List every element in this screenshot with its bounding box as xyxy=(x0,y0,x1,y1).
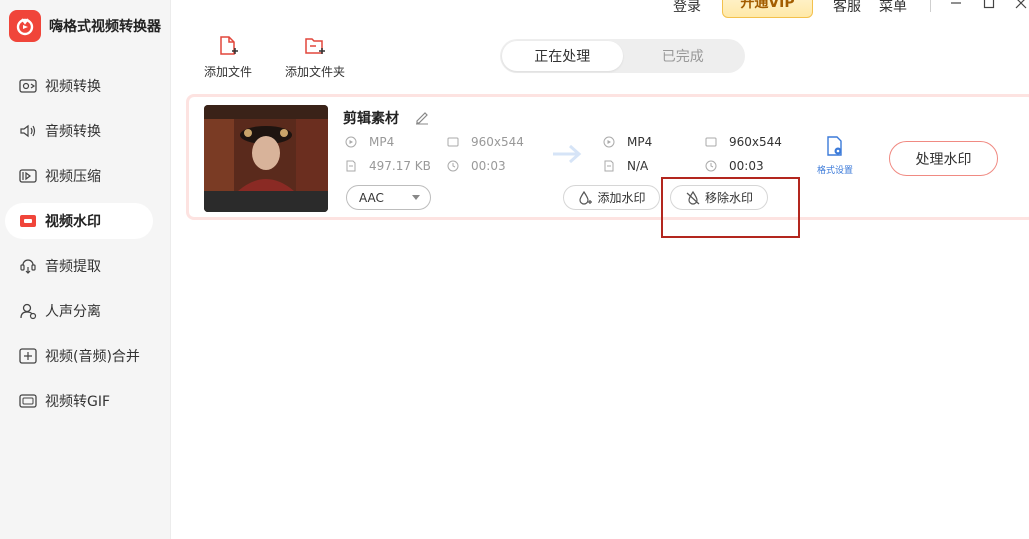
sidebar-item-label: 视频水印 xyxy=(45,214,101,230)
task-card: 剪辑素材 MP4 960x544 497.17 KB 00:03 MP4 960… xyxy=(186,94,1029,220)
app-logo-row: 嗨格式视频转换器 xyxy=(9,9,161,43)
login-link[interactable]: 登录 xyxy=(673,0,701,16)
add-watermark-button[interactable]: 添加水印 xyxy=(563,185,660,210)
add-watermark-label: 添加水印 xyxy=(597,191,646,205)
resolution-icon xyxy=(447,136,459,148)
clock-icon xyxy=(447,160,459,172)
source-format: MP4 xyxy=(345,135,394,149)
output-duration: 00:03 xyxy=(705,159,764,173)
tab-completed[interactable]: 已完成 xyxy=(623,41,744,71)
source-duration-value: 00:03 xyxy=(471,159,506,173)
add-file-icon xyxy=(216,34,240,58)
add-folder-button[interactable]: 添加文件夹 xyxy=(280,34,350,80)
titlebar-divider xyxy=(930,0,931,12)
format-icon xyxy=(603,136,615,148)
source-size: 497.17 KB xyxy=(345,159,431,173)
app-title: 嗨格式视频转换器 xyxy=(49,19,161,35)
tab-processing[interactable]: 正在处理 xyxy=(502,41,623,71)
highlight-box xyxy=(661,177,800,238)
resolution-icon xyxy=(705,136,717,148)
merge-icon xyxy=(18,346,38,366)
format-settings-icon xyxy=(825,135,845,161)
audio-convert-icon xyxy=(18,121,38,141)
sidebar-item-label: 视频转GIF xyxy=(45,394,111,410)
sidebar-item-label: 视频转换 xyxy=(45,79,101,95)
source-resolution: 960x544 xyxy=(447,135,524,149)
chevron-down-icon xyxy=(412,195,420,200)
service-link[interactable]: 客服 xyxy=(833,0,861,16)
sidebar-item-video-compress[interactable]: 视频压缩 xyxy=(0,158,171,194)
voice-separation-icon xyxy=(18,301,38,321)
sidebar-item-merge[interactable]: 视频(音频)合并 xyxy=(0,338,171,374)
process-watermark-button[interactable]: 处理水印 xyxy=(889,141,998,176)
sidebar-item-video-convert[interactable]: 视频转换 xyxy=(0,68,171,104)
source-resolution-value: 960x544 xyxy=(471,135,524,149)
video-thumbnail[interactable] xyxy=(204,105,328,212)
gif-icon xyxy=(18,391,38,411)
sidebar-item-audio-extract[interactable]: 音频提取 xyxy=(0,248,171,284)
add-file-label: 添加文件 xyxy=(203,65,252,79)
add-folder-icon xyxy=(303,34,327,58)
file-size-icon xyxy=(603,160,615,172)
sidebar-item-voice-separation[interactable]: 人声分离 xyxy=(0,293,171,329)
output-resolution: 960x544 xyxy=(705,135,782,149)
audio-codec-value: AAC xyxy=(359,190,384,205)
output-size-value: N/A xyxy=(627,159,649,173)
format-icon xyxy=(345,136,357,148)
status-tabs: 正在处理 已完成 xyxy=(500,39,745,73)
audio-codec-select[interactable]: AAC xyxy=(346,185,431,210)
output-resolution-value: 960x544 xyxy=(729,135,782,149)
audio-extract-icon xyxy=(18,256,38,276)
sidebar-nav: 视频转换 音频转换 视频压缩 视频水印 音频提取 人声分离 视频(音频)合并 视… xyxy=(0,68,171,428)
convert-arrow-icon xyxy=(551,142,583,166)
add-file-button[interactable]: 添加文件 xyxy=(193,34,263,80)
format-settings-label: 格式设置 xyxy=(816,166,853,176)
edit-name-icon[interactable] xyxy=(414,109,430,125)
video-watermark-icon xyxy=(18,211,38,231)
output-size: N/A xyxy=(603,159,648,173)
video-compress-icon xyxy=(18,166,38,186)
output-format-value: MP4 xyxy=(627,135,653,149)
sidebar-item-label: 视频(音频)合并 xyxy=(45,349,140,365)
add-folder-label: 添加文件夹 xyxy=(284,65,345,79)
sidebar-item-label: 视频压缩 xyxy=(45,169,101,185)
menu-link[interactable]: 菜单 xyxy=(879,0,907,16)
sidebar-item-label: 音频转换 xyxy=(45,124,101,140)
file-size-icon xyxy=(345,160,357,172)
add-watermark-icon xyxy=(577,190,593,206)
app-window: 嗨格式视频转换器 视频转换 音频转换 视频压缩 视频水印 音频提取 人声分离 视… xyxy=(0,0,1029,539)
sidebar-item-video-watermark[interactable]: 视频水印 xyxy=(5,203,153,239)
app-logo-icon xyxy=(9,10,41,42)
minimize-icon[interactable] xyxy=(947,0,965,12)
output-format: MP4 xyxy=(603,135,652,149)
video-convert-icon xyxy=(18,76,38,96)
sidebar-item-gif[interactable]: 视频转GIF xyxy=(0,383,171,419)
sidebar-item-label: 人声分离 xyxy=(45,304,101,320)
vip-button[interactable]: 开通VIP xyxy=(722,0,813,18)
output-duration-value: 00:03 xyxy=(729,159,764,173)
maximize-icon[interactable] xyxy=(980,0,998,12)
sidebar-item-audio-convert[interactable]: 音频转换 xyxy=(0,113,171,149)
clock-icon xyxy=(705,160,717,172)
source-format-value: MP4 xyxy=(369,135,395,149)
format-settings-button[interactable]: 格式设置 xyxy=(813,135,857,176)
source-duration: 00:03 xyxy=(447,159,506,173)
source-size-value: 497.17 KB xyxy=(369,159,431,173)
sidebar-item-label: 音频提取 xyxy=(45,259,101,275)
file-name: 剪辑素材 xyxy=(343,111,399,127)
sidebar: 嗨格式视频转换器 视频转换 音频转换 视频压缩 视频水印 音频提取 人声分离 视… xyxy=(0,0,171,539)
close-icon[interactable] xyxy=(1012,0,1029,12)
